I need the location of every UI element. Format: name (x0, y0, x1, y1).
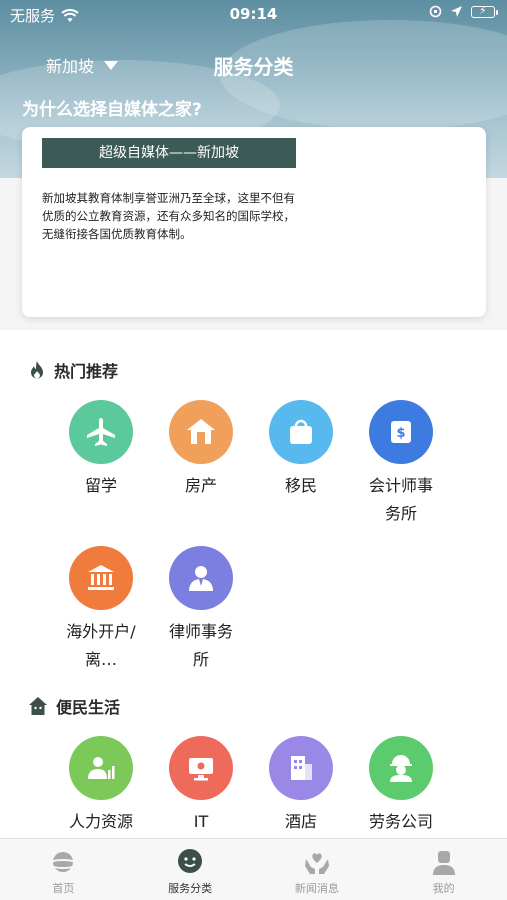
service-label: 酒店 (284, 812, 317, 831)
intro-question: 为什么选择自媒体之家? (22, 100, 202, 120)
service-label: 律师事务所 (168, 622, 233, 669)
orientation-lock-icon (429, 5, 442, 18)
tab-home[interactable]: 首页 (0, 839, 127, 900)
service-item-property[interactable]: 房产 (151, 400, 251, 500)
heart-hands-icon (302, 847, 332, 877)
location-icon (451, 6, 462, 17)
svg-text:$: $ (396, 426, 405, 441)
status-bar: 无服务 09:14 ⚡ (0, 0, 507, 28)
life-section-header: 便民生活 (28, 694, 120, 718)
service-label: 房产 (184, 476, 217, 495)
intro-banner: 超级自媒体——新加坡 (42, 138, 296, 168)
planet-icon (48, 847, 78, 877)
service-label: 会计师事务所 (368, 476, 433, 523)
intro-body: 新加坡其教育体制享誉亚洲乃至全球，这里不但有优质的公立教育资源，还有众多知名的国… (42, 191, 295, 241)
battery-icon: ⚡ (471, 4, 498, 18)
tab-profile[interactable]: 我的 (380, 839, 507, 900)
nav-bar: 新加坡 服务分类 (0, 44, 507, 84)
user-icon (429, 847, 459, 877)
service-item-hr[interactable]: 人力资源管理 (51, 736, 151, 836)
home-icon (29, 697, 47, 715)
service-item-law-firm[interactable]: 律师事务所 (151, 546, 251, 674)
airplane-icon (69, 400, 133, 464)
service-item-immigration[interactable]: 移民 (251, 400, 351, 500)
bank-icon (69, 546, 133, 610)
service-item-labor[interactable]: 劳务公司 (351, 736, 451, 836)
worker-icon (369, 736, 433, 800)
service-item-study[interactable]: 留学 (51, 400, 151, 500)
hot-section-title: 热门推荐 (54, 362, 119, 381)
flame-icon (31, 361, 43, 379)
lawyer-icon (169, 546, 233, 610)
service-item-accounting[interactable]: $ 会计师事务所 (351, 400, 451, 528)
service-item-it[interactable]: IT (151, 736, 251, 836)
wallet-icon: $ (369, 400, 433, 464)
tab-news[interactable]: 新闻消息 (254, 839, 381, 900)
intro-card[interactable]: 超级自媒体——新加坡 新加坡其教育体制享誉亚洲乃至全球，这里不但有优质的公立教育… (22, 127, 486, 317)
service-label: 人力资源管理 (68, 812, 133, 831)
tab-label: 服务分类 (168, 882, 213, 895)
computer-icon (169, 736, 233, 800)
tab-label: 首页 (52, 882, 75, 895)
tab-services[interactable]: 服务分类 (127, 839, 254, 900)
service-label: IT (193, 812, 209, 831)
service-item-banking[interactable]: 海外开户/离… (51, 546, 151, 674)
service-label: 留学 (84, 476, 117, 495)
tab-bar: 首页 服务分类 新闻消息 我的 (0, 838, 507, 900)
page-title: 服务分类 (213, 55, 294, 79)
hot-section-header: 热门推荐 (28, 358, 118, 382)
service-label: 海外开户/离… (66, 622, 136, 669)
house-icon (169, 400, 233, 464)
hr-icon (69, 736, 133, 800)
service-label: 劳务公司 (368, 812, 433, 831)
chat-icon (175, 847, 205, 877)
service-item-hotel[interactable]: 酒店 (251, 736, 351, 836)
life-section-title: 便民生活 (56, 698, 121, 717)
service-label: 移民 (284, 476, 317, 495)
bag-icon (269, 400, 333, 464)
tab-label: 我的 (432, 882, 455, 895)
tab-label: 新闻消息 (294, 882, 339, 895)
hotel-icon (269, 736, 333, 800)
